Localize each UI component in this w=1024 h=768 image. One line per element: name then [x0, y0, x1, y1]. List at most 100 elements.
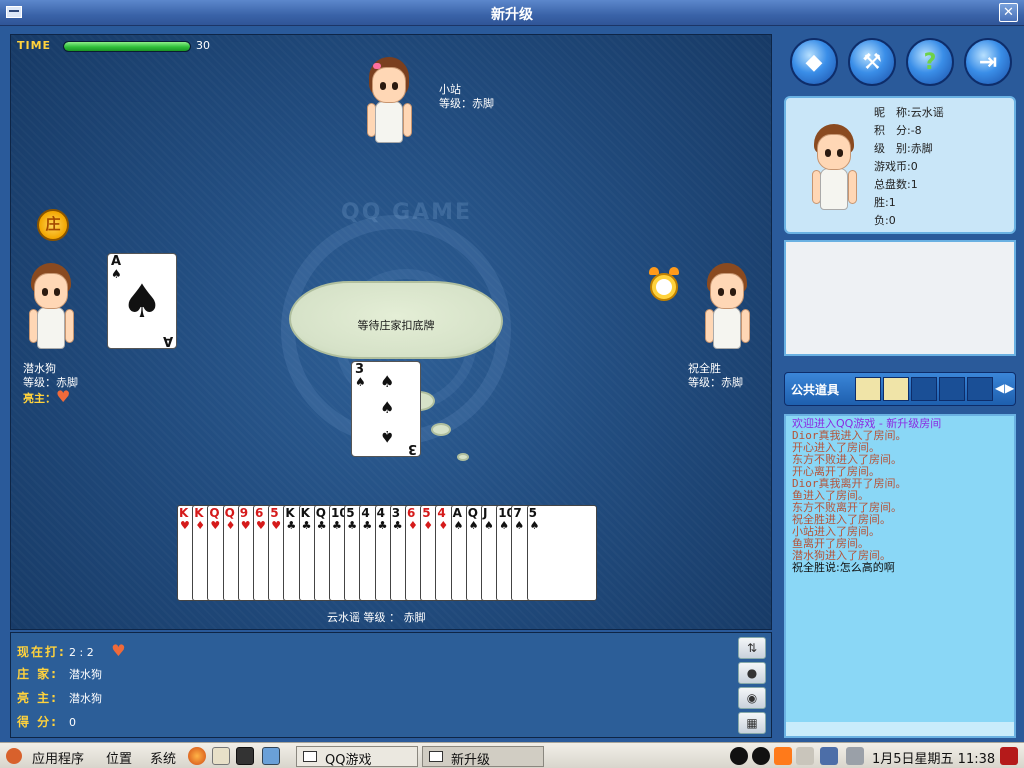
bubble-dot	[431, 423, 451, 436]
game-table: QQ GAME TIME 30 小站 等级：赤脚 庄 潜水狗 等级：赤脚 亮主：…	[10, 34, 772, 630]
hand-card-suit-icon: ♠	[484, 519, 494, 532]
public-items-label: 公共道具	[791, 383, 840, 397]
chat-panel: 欢迎进入QQ游戏 - 新升级房间 Dior真我进入了房间。 开心进入了房间。 东方不…	[784, 414, 1016, 738]
terminal-icon[interactable]	[236, 747, 254, 765]
last-trick-button[interactable]: ▦	[738, 712, 766, 734]
hint-button[interactable]: ●	[738, 662, 766, 684]
status-banker-label: 庄 家:	[17, 667, 58, 681]
system-menu[interactable]: 系统	[150, 748, 176, 767]
clock[interactable]: 1月5日星期五 11:38	[872, 748, 995, 767]
profile-nickname: 昵 称:云水谣	[874, 106, 944, 119]
card-sort-button[interactable]: ⇅	[738, 637, 766, 659]
hand-card-suit-icon: ♣	[377, 519, 388, 532]
taskbar-window-game[interactable]: 新升级	[422, 746, 544, 768]
item-slot[interactable]	[911, 377, 937, 401]
hand-card-suit-icon: ♦	[195, 519, 206, 532]
hand-card-suit-icon: ♦	[408, 519, 418, 532]
taskbar-window-qqgame[interactable]: QQ游戏	[296, 746, 418, 768]
network-icon[interactable]	[820, 747, 838, 765]
table-logo-text: QQ GAME	[341, 200, 473, 225]
top-toolbar: ◆ ⚒ ? ⇥	[786, 36, 1018, 92]
top-player-level: 等级：赤脚	[439, 97, 494, 110]
hand-card-suit-icon: ♦	[225, 519, 236, 532]
status-banker-row: 庄 家: 潜水狗	[17, 665, 102, 682]
items-next-icon[interactable]: ▶	[1005, 381, 1014, 395]
hand-card-rank: K	[194, 506, 204, 520]
window-close-button[interactable]: ✕	[999, 3, 1018, 22]
status-playing-label: 现在打:	[17, 645, 66, 659]
qq-penguin-icon[interactable]	[752, 747, 770, 765]
applications-menu[interactable]: 应用程序	[32, 748, 84, 767]
left-player-declare-label: 亮主：	[23, 392, 56, 405]
hammer-icon[interactable]: ⚒	[848, 38, 896, 86]
hand-card[interactable]: 5 ♠	[526, 505, 597, 601]
top-player-info: 小站 等级：赤脚	[439, 83, 494, 111]
hand-card-rank: 5	[270, 506, 279, 520]
items-prev-icon[interactable]: ◀	[995, 381, 1004, 395]
left-player-avatar[interactable]	[23, 263, 75, 357]
hand-card-rank: 5	[346, 506, 355, 520]
firefox-icon[interactable]	[188, 747, 206, 765]
hand-card-rank: 6	[255, 506, 264, 520]
screenshot-icon[interactable]	[262, 747, 280, 765]
right-panel: ◆ ⚒ ? ⇥ 昵 称:云水谣 积 分:-8 级 别:赤脚 游戏币:0 总盘数:…	[780, 26, 1024, 742]
hand-card-suit-icon: ♣	[347, 519, 358, 532]
help-icon[interactable]: ?	[906, 38, 954, 86]
spade-icon: ♠	[380, 427, 395, 446]
hand-card-rank: 7	[513, 506, 522, 520]
hand-card-rank: Q	[224, 506, 235, 520]
volume-icon[interactable]	[846, 747, 864, 765]
item-slot[interactable]	[855, 377, 881, 401]
profile-rank: 级 别:赤脚	[874, 142, 933, 155]
qq-penguin-icon[interactable]	[730, 747, 748, 765]
center-played-card: 3 ♠ ♠ ♠ ♠ 3	[351, 361, 421, 457]
diamond-icon[interactable]: ◆	[790, 38, 838, 86]
update-icon[interactable]	[774, 747, 792, 765]
hand-card-suit-icon: ♦	[423, 519, 434, 532]
chat-input[interactable]	[786, 722, 1014, 736]
places-menu[interactable]: 位置	[106, 748, 132, 767]
hand-card-rank: 4	[361, 506, 370, 520]
hand-card-rank: A	[452, 506, 462, 520]
hand-card-suit-icon: ♠	[499, 519, 510, 532]
bubble-dot	[457, 453, 469, 461]
top-player-avatar[interactable]	[361, 57, 413, 151]
logout-icon[interactable]	[1000, 747, 1018, 765]
mail-icon[interactable]	[212, 747, 230, 765]
alarm-clock-icon	[648, 267, 680, 303]
right-player-avatar[interactable]	[699, 263, 751, 357]
left-player-name: 潜水狗	[23, 362, 56, 375]
card-rank: A	[162, 333, 173, 348]
gnome-foot-icon[interactable]	[6, 748, 22, 764]
profile-info: 昵 称:云水谣 积 分:-8 级 别:赤脚 游戏币:0 总盘数:1 胜:1 负:…	[874, 104, 944, 230]
right-player-name: 祝全胜	[688, 362, 721, 375]
card-rank: 3	[407, 441, 417, 456]
hand-card-suit-icon: ♥	[256, 519, 266, 532]
hand-card-rank: K	[179, 506, 189, 520]
tray-icon[interactable]	[796, 747, 814, 765]
status-score-value: 0	[69, 716, 76, 729]
auto-play-button[interactable]: ◉	[738, 687, 766, 709]
item-slot[interactable]	[883, 377, 909, 401]
hand-card-rank: 9	[239, 506, 249, 520]
timer-value: 30	[196, 39, 210, 52]
heart-suit-icon: ♥	[111, 641, 126, 660]
banker-badge-icon: 庄	[37, 209, 69, 241]
exit-door-icon[interactable]: ⇥	[964, 38, 1012, 86]
window-title: 新升级	[491, 7, 533, 23]
hand-card-suit-icon: ♠	[453, 519, 464, 532]
status-declare-value: 潜水狗	[69, 692, 102, 705]
hand-card-suit-icon: ♦	[438, 519, 449, 532]
item-slot[interactable]	[967, 377, 993, 401]
profile-losses: 负:0	[874, 214, 896, 227]
card-pips: ♠ ♠ ♠	[364, 372, 410, 448]
hand-card-rank: 5	[528, 506, 537, 520]
hand-card-rank: Q	[209, 506, 220, 520]
left-player-info: 潜水狗 等级：赤脚 亮主：♥	[23, 362, 78, 406]
hand-card-rank: 4	[376, 506, 385, 520]
spade-icon: ♠	[380, 398, 395, 417]
profile-coins: 游戏币:0	[874, 160, 918, 173]
profile-wins: 胜:1	[874, 196, 896, 209]
item-slot[interactable]	[939, 377, 965, 401]
ad-panel	[784, 240, 1016, 356]
